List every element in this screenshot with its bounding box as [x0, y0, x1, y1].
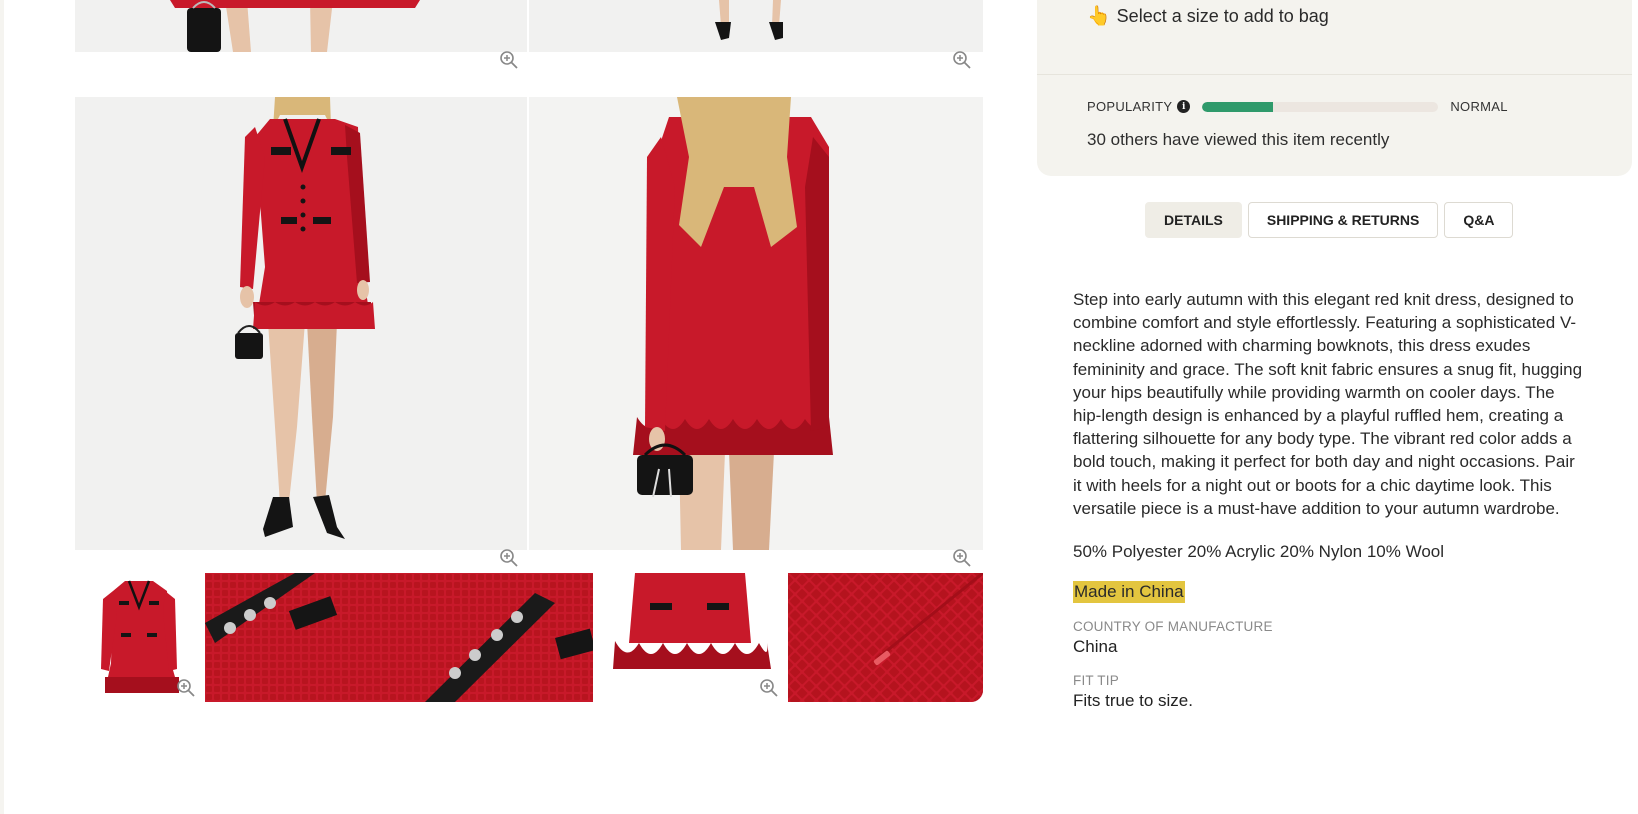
material-composition: 50% Polyester 20% Acrylic 20% Nylon 10% …	[1073, 542, 1445, 562]
thumbnail-skirt-detail[interactable]	[595, 573, 786, 701]
product-image-back-top[interactable]	[529, 0, 983, 52]
zoom-in-icon[interactable]	[952, 50, 972, 70]
recent-views-text: 30 others have viewed this item recently	[1087, 130, 1390, 149]
zipper-detail-image	[788, 573, 983, 702]
model-back-image	[529, 97, 983, 550]
details-panel: Step into early autumn with this elegant…	[1073, 288, 1583, 711]
pointing-hand-icon: 👆	[1087, 6, 1111, 27]
popularity-bar	[1202, 101, 1439, 112]
zoom-in-icon[interactable]	[499, 548, 519, 568]
made-in-highlight: Made in China	[1073, 581, 1185, 604]
product-image-model-back[interactable]	[529, 97, 983, 550]
fit-tip-value: Fits true to size.	[1073, 691, 1193, 711]
popularity-level: NORMAL	[1450, 99, 1508, 114]
tab-details[interactable]: DETAILS	[1145, 202, 1242, 238]
thumbnail-zipper-detail[interactable]	[788, 573, 983, 702]
skirt-image	[613, 573, 771, 669]
tab-qa[interactable]: Q&A	[1444, 202, 1514, 238]
size-hint-text: Select a size to add to bag	[1116, 5, 1329, 26]
heels-image	[715, 0, 783, 40]
divider	[1037, 74, 1632, 75]
product-info-tabs: DETAILS SHIPPING & RETURNS Q&A	[1145, 202, 1514, 238]
fit-tip-label: FIT TIP	[1073, 673, 1119, 689]
product-page: 👆 Select a size to add to bag POPULARITY…	[4, 0, 1638, 814]
product-image-front-top[interactable]	[75, 0, 527, 52]
popularity-bar-fill	[1202, 101, 1274, 112]
model-front-image	[75, 97, 527, 550]
zoom-in-icon[interactable]	[759, 678, 779, 698]
dress-hem-image	[170, 0, 420, 52]
zoom-in-icon[interactable]	[952, 548, 972, 568]
popularity-row: POPULARITY i NORMAL	[1087, 99, 1508, 114]
info-icon[interactable]: i	[1177, 100, 1191, 113]
tab-shipping-returns[interactable]: SHIPPING & RETURNS	[1247, 202, 1439, 238]
purchase-card: 👆 Select a size to add to bag POPULARITY…	[1037, 0, 1632, 176]
product-image-model-front[interactable]	[75, 97, 527, 550]
product-description: Step into early autumn with this elegant…	[1073, 290, 1583, 518]
made-in-line: Made in China	[1073, 581, 1583, 604]
thumbnail-neckline-detail[interactable]	[205, 573, 593, 702]
neckline-detail-image	[205, 573, 593, 702]
popularity-label: POPULARITY	[1087, 99, 1173, 114]
country-value: China	[1073, 637, 1118, 657]
zoom-in-icon[interactable]	[176, 678, 196, 698]
zoom-in-icon[interactable]	[499, 50, 519, 70]
size-hint: 👆 Select a size to add to bag	[1087, 4, 1329, 28]
country-label: COUNTRY OF MANUFACTURE	[1073, 619, 1273, 635]
